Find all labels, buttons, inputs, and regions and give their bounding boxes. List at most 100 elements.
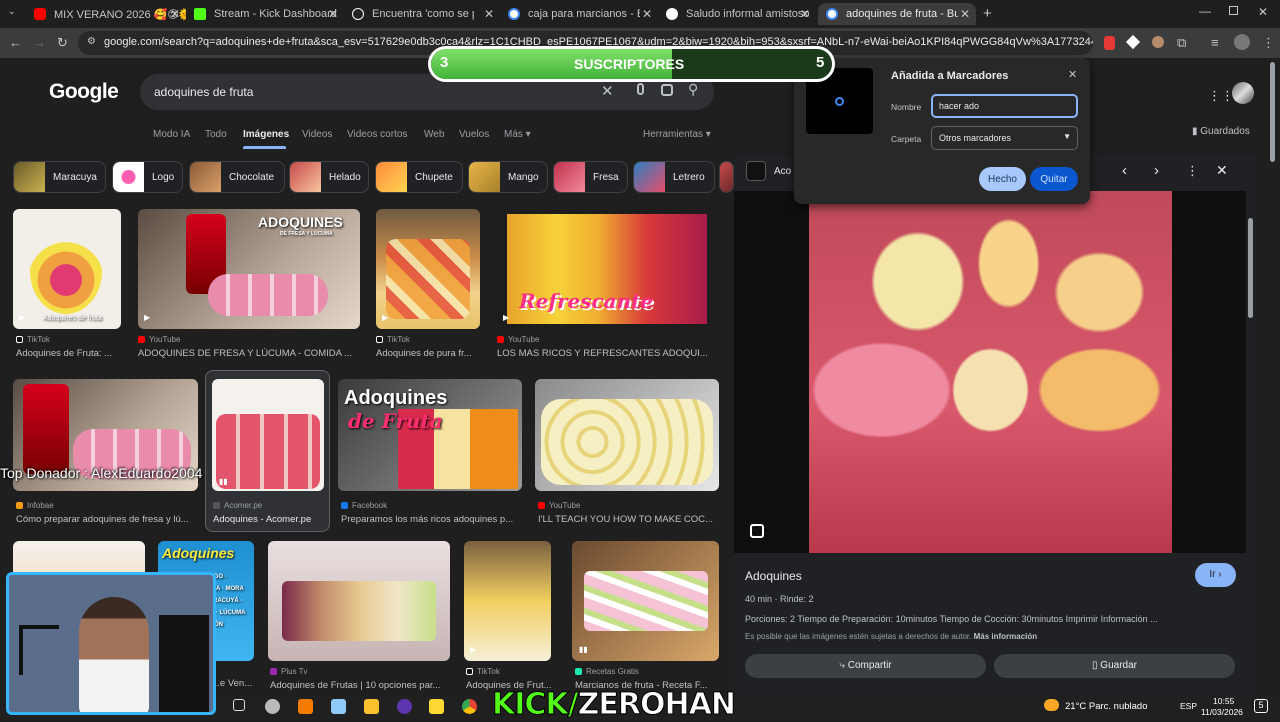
clock-date[interactable]: 11/03/2026	[1201, 707, 1243, 717]
extension-red-icon[interactable]	[1104, 36, 1115, 50]
minimize-icon[interactable]: —	[1199, 4, 1211, 18]
preview-image[interactable]	[734, 191, 1246, 553]
result-title[interactable]: Adoquines - Acomer.pe	[213, 514, 325, 525]
close-icon[interactable]: ✕	[800, 7, 810, 21]
account-avatar[interactable]	[1232, 82, 1254, 104]
restore-icon[interactable]	[1229, 6, 1238, 15]
close-window-icon[interactable]: ✕	[1258, 5, 1268, 19]
tab-kick[interactable]: Stream - Kick Dashboard ✕	[186, 3, 344, 25]
result-title[interactable]: Preparamos los más ricos adoquines p...	[341, 514, 521, 525]
result-title[interactable]: Adoquines de Fruta: ...	[16, 348, 122, 359]
next-icon[interactable]: ›	[1154, 162, 1159, 179]
result-title[interactable]: I'LL TEACH YOU HOW TO MAKE COC...	[538, 514, 718, 525]
tab-flights[interactable]: Vuelos	[459, 129, 489, 140]
visit-button[interactable]: Ir ›	[1195, 563, 1236, 587]
close-preview-icon[interactable]: ✕	[1216, 162, 1228, 179]
result-image[interactable]: ▮▮	[212, 379, 324, 491]
mic-icon[interactable]	[637, 83, 644, 95]
app-icon[interactable]	[331, 699, 346, 714]
close-icon[interactable]: ✕	[960, 7, 970, 21]
extensions-icon[interactable]: ⧉	[1177, 35, 1186, 51]
close-icon[interactable]: ✕	[642, 7, 652, 21]
google-logo[interactable]: Google	[49, 80, 119, 104]
chip-logo[interactable]: Logo	[112, 161, 183, 193]
file-explorer-icon[interactable]	[364, 699, 379, 714]
tab-all[interactable]: Todo	[205, 129, 227, 140]
result-title[interactable]: LOS MAS RICOS Y REFRESCANTES ADOQUI...	[497, 348, 719, 359]
extension-diamond-icon[interactable]	[1125, 34, 1141, 50]
extension-cookie-icon[interactable]	[1152, 36, 1164, 48]
menu-icon[interactable]: ⋮	[1262, 35, 1275, 51]
result-image[interactable]: ▶	[464, 541, 551, 661]
clear-icon[interactable]: ✕	[601, 82, 614, 100]
site-info-icon[interactable]: ⚙	[87, 36, 96, 47]
dialog-close-icon[interactable]: ✕	[1068, 68, 1077, 81]
panel-scrollbar[interactable]	[1248, 218, 1253, 318]
media-player-icon[interactable]	[298, 699, 313, 714]
close-icon[interactable]: ✕	[484, 7, 494, 21]
tab-tiktok[interactable]: Encuentra 'como se prepara m... ✕	[344, 3, 500, 25]
folder-select[interactable]: Otros marcadores ▼	[931, 126, 1078, 150]
share-button[interactable]: ⤷ Compartir	[745, 654, 986, 678]
search-icon[interactable]: ⚲	[688, 81, 698, 98]
tab-web[interactable]: Web	[424, 129, 444, 140]
profile-avatar[interactable]	[1234, 34, 1250, 50]
tab-images[interactable]: Imágenes	[243, 129, 289, 140]
chip-helado[interactable]: Helado	[289, 161, 369, 193]
result-image[interactable]: ▮▮	[572, 541, 719, 661]
tab-more[interactable]: Más ▾	[504, 129, 531, 140]
forward-icon[interactable]: →	[33, 35, 46, 50]
result-image[interactable]: ADOQUINES DE FRESA Y LÚCUMA ▶	[138, 209, 360, 329]
result-image[interactable]: Adoquines de fruta ▶	[13, 209, 121, 329]
search-input[interactable]: adoquines de fruta	[154, 85, 253, 99]
chip-mango[interactable]: Mango	[468, 161, 548, 193]
prev-icon[interactable]: ‹	[1122, 162, 1127, 179]
language-indicator[interactable]: ESP	[1180, 701, 1197, 711]
site-name[interactable]: Aco	[774, 166, 791, 177]
new-tab-button[interactable]: +	[983, 5, 992, 22]
chip-fresa[interactable]: Fresa	[553, 161, 628, 193]
app-icon[interactable]	[429, 699, 444, 714]
save-button[interactable]: ▯ Guardar	[994, 654, 1235, 678]
scrollbar[interactable]	[1270, 62, 1275, 162]
clock-time[interactable]: 10:55	[1213, 696, 1234, 706]
tools-button[interactable]: Herramientas ▾	[643, 129, 711, 140]
chip-chupete[interactable]: Chupete	[375, 161, 463, 193]
result-title[interactable]: Adoquines de pura fr...	[376, 348, 480, 359]
chip-letrero[interactable]: Letrero	[633, 161, 715, 193]
notification-badge[interactable]: 5	[1254, 699, 1268, 713]
done-button[interactable]: Hecho	[979, 167, 1026, 191]
preview-title[interactable]: Adoquines	[745, 569, 802, 583]
result-image[interactable]: Refrescante ▶	[497, 209, 719, 329]
result-title[interactable]: ...e Ven...	[212, 678, 254, 689]
weather-text[interactable]: 21°C Parc. nublado	[1065, 701, 1148, 712]
tab-search-icon[interactable]: ⌄	[8, 6, 16, 17]
tab-google-active[interactable]: adoquines de fruta - Buscar con... ✕	[818, 3, 976, 25]
tab-youtube[interactable]: MIX VERANO 2026 🥰😍🌞 ( ✕	[26, 3, 186, 25]
back-icon[interactable]: ←	[9, 35, 22, 50]
chrome-icon[interactable]	[462, 699, 477, 714]
close-icon[interactable]: ✕	[328, 7, 338, 21]
saved-button[interactable]: ▮ Guardados	[1192, 126, 1250, 137]
apps-grid-icon[interactable]: ⋮⋮	[1208, 88, 1234, 104]
chip-maracuya[interactable]: Maracuya	[13, 161, 106, 193]
result-image[interactable]	[535, 379, 719, 491]
lens-search-icon[interactable]	[750, 524, 764, 538]
taskview-icon[interactable]	[233, 699, 245, 711]
tab-videos[interactable]: Videos	[302, 129, 332, 140]
tab-chat[interactable]: Saludo informal amistoso ✕	[658, 3, 816, 25]
lens-icon[interactable]	[661, 84, 673, 96]
site-logo[interactable]	[746, 161, 766, 181]
tab-short-videos[interactable]: Videos cortos	[347, 129, 407, 140]
tab-ai-mode[interactable]: Modo IA	[153, 129, 190, 140]
result-image[interactable]: ▶	[376, 209, 480, 329]
result-title[interactable]: Adoquines de Frutas | 10 opciones par...	[270, 680, 450, 691]
result-title[interactable]: Cómo preparar adoquines de fresa y lú...	[16, 514, 196, 525]
name-field[interactable]: hacer ado	[931, 94, 1078, 118]
obs-icon[interactable]	[397, 699, 412, 714]
chip-chocolate[interactable]: Chocolate	[189, 161, 285, 193]
tab-google-1[interactable]: caja para marcianos - Buscar co... ✕	[500, 3, 658, 25]
result-title[interactable]: ADOQUINES DE FRESA Y LÚCUMA - COMIDA ...	[138, 348, 360, 359]
more-info-link[interactable]: Más información	[974, 632, 1038, 641]
result-image[interactable]: Adoquines de Fruta	[338, 379, 522, 491]
